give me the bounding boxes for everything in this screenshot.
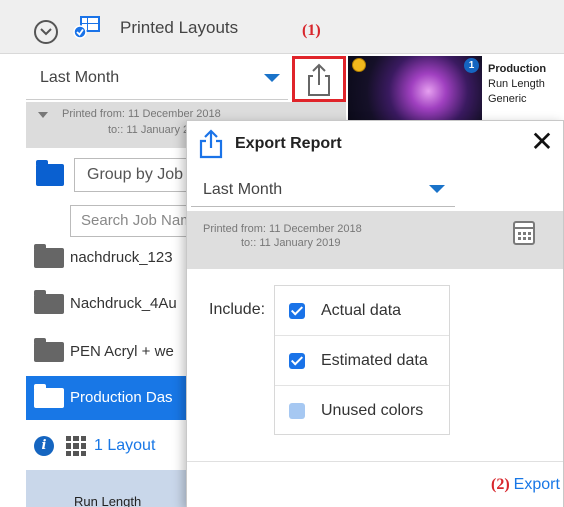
production-info: Production Run Length Generic [488, 62, 546, 107]
close-icon[interactable]: ✕ [527, 127, 557, 157]
production-line3: Generic [488, 93, 527, 105]
dialog-period-dropdown[interactable]: Last Month [191, 171, 455, 207]
folder-icon [34, 384, 64, 408]
job-name: Nachdruck_4Au [70, 295, 177, 312]
job-name: nachdruck_123 [70, 249, 173, 266]
job-name: PEN Acryl + we [70, 343, 174, 360]
option-actual-data[interactable]: Actual data [275, 286, 449, 336]
layout-count[interactable]: 1 Layout [94, 437, 155, 455]
bottom-panel: Run Length [26, 470, 200, 507]
app-header: Printed Layouts [0, 0, 564, 54]
count-badge: 1 [464, 58, 479, 73]
search-input[interactable]: Search Job Name [70, 205, 200, 237]
dialog-footer: (2) Export [187, 461, 563, 507]
expand-triangle-icon[interactable] [38, 112, 48, 118]
calendar-icon[interactable] [513, 221, 535, 245]
callout-1: (1) [302, 22, 321, 39]
list-item[interactable]: PEN Acryl + we [26, 330, 200, 374]
status-dot [352, 58, 366, 72]
share-icon [308, 63, 330, 96]
period-value: Last Month [40, 69, 120, 86]
caret-down-icon [264, 74, 280, 82]
dialog-date-to: to:: 11 January 2019 [241, 237, 341, 249]
callout-2: (2) [491, 476, 510, 493]
folder-icon [34, 290, 64, 314]
grid-icon [66, 436, 86, 456]
option-label: Actual data [321, 302, 402, 319]
dialog-title: Export Report [235, 135, 342, 152]
dialog-period-value: Last Month [203, 181, 283, 198]
include-options: Actual data Estimated data Unused colors [274, 285, 450, 435]
option-estimated-data[interactable]: Estimated data [275, 336, 449, 386]
export-link[interactable]: (2) Export [491, 476, 560, 494]
folder-icon [34, 244, 64, 268]
layouts-grid-icon [73, 16, 100, 39]
folder-icon [34, 338, 64, 362]
dialog-header: Export Report ✕ [187, 121, 563, 167]
include-label: Include: [209, 301, 266, 318]
date-from: Printed from: 11 December 2018 [62, 108, 221, 120]
production-thumbnail[interactable] [348, 56, 482, 120]
bottom-label: Run Length [74, 494, 142, 507]
checkbox-icon[interactable] [289, 303, 305, 319]
page-title: Printed Layouts [120, 18, 239, 37]
collapse-button[interactable] [34, 20, 58, 44]
export-label: Export [513, 476, 560, 493]
info-icon[interactable]: i [34, 436, 54, 456]
group-row: Group by Job [26, 156, 224, 200]
list-item[interactable]: nachdruck_123 [26, 236, 200, 280]
option-label: Unused colors [321, 402, 424, 419]
production-name: Production [488, 63, 547, 75]
list-item-selected[interactable]: Production Das [26, 376, 200, 420]
export-button[interactable] [292, 56, 346, 102]
chevron-down-icon [40, 28, 52, 36]
option-label: Estimated data [321, 352, 428, 369]
layout-footer: i 1 Layout [26, 424, 200, 468]
dialog-date-from: Printed from: 11 December 2018 [203, 223, 362, 235]
list-item[interactable]: Nachdruck_4Au [26, 282, 200, 326]
checkbox-icon[interactable] [289, 353, 305, 369]
job-name: Production Das [70, 389, 173, 406]
share-icon [199, 129, 223, 159]
folder-icon [36, 160, 64, 186]
option-unused-colors[interactable]: Unused colors [275, 386, 449, 436]
period-dropdown[interactable]: Last Month [26, 56, 288, 100]
dialog-date-range: Printed from: 11 December 2018 to:: 11 J… [187, 211, 563, 269]
checkbox-icon[interactable] [289, 403, 305, 419]
production-line2: Run Length [488, 78, 545, 90]
caret-down-icon [429, 185, 445, 193]
export-report-dialog: Export Report ✕ Last Month Printed from:… [186, 120, 564, 507]
